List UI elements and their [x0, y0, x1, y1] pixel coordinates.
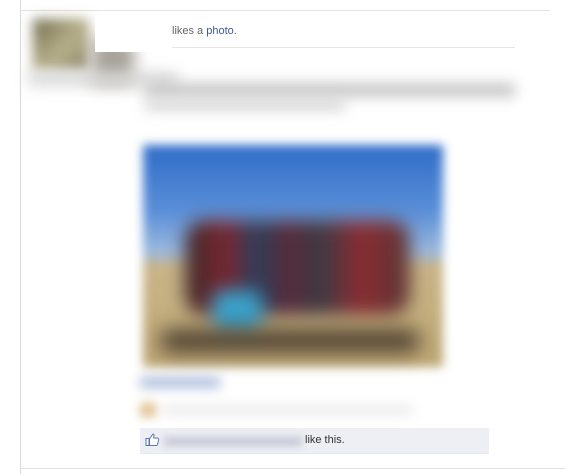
meta-icon-redacted: [140, 403, 156, 417]
likes-suffix-text: like this.: [305, 434, 345, 446]
story-meta-redacted: [163, 406, 413, 414]
photo-album-link-redacted[interactable]: [140, 378, 220, 387]
story-verb: likes a: [172, 25, 207, 37]
likers-names-redacted[interactable]: [164, 437, 302, 446]
photo-caption-redacted-line2: [145, 100, 345, 110]
story-end-punct: .: [233, 25, 237, 37]
headline-divider: [172, 47, 515, 48]
likes-summary-bar: like this.: [140, 428, 489, 454]
actor-name-mask: [95, 16, 170, 52]
story-headline: likes a photo.: [172, 25, 237, 37]
story-bottom-divider: [20, 468, 565, 469]
photo-ground-redacted: [160, 330, 420, 352]
thumbs-up-icon: [145, 432, 160, 447]
photo-link[interactable]: photo: [206, 25, 234, 37]
actor-avatar-redacted[interactable]: [33, 19, 89, 71]
photo-detail-redacted: [212, 290, 262, 332]
story-top-divider: [20, 10, 550, 11]
photo-caption-redacted: [145, 84, 515, 96]
feed-left-border: [20, 0, 21, 474]
